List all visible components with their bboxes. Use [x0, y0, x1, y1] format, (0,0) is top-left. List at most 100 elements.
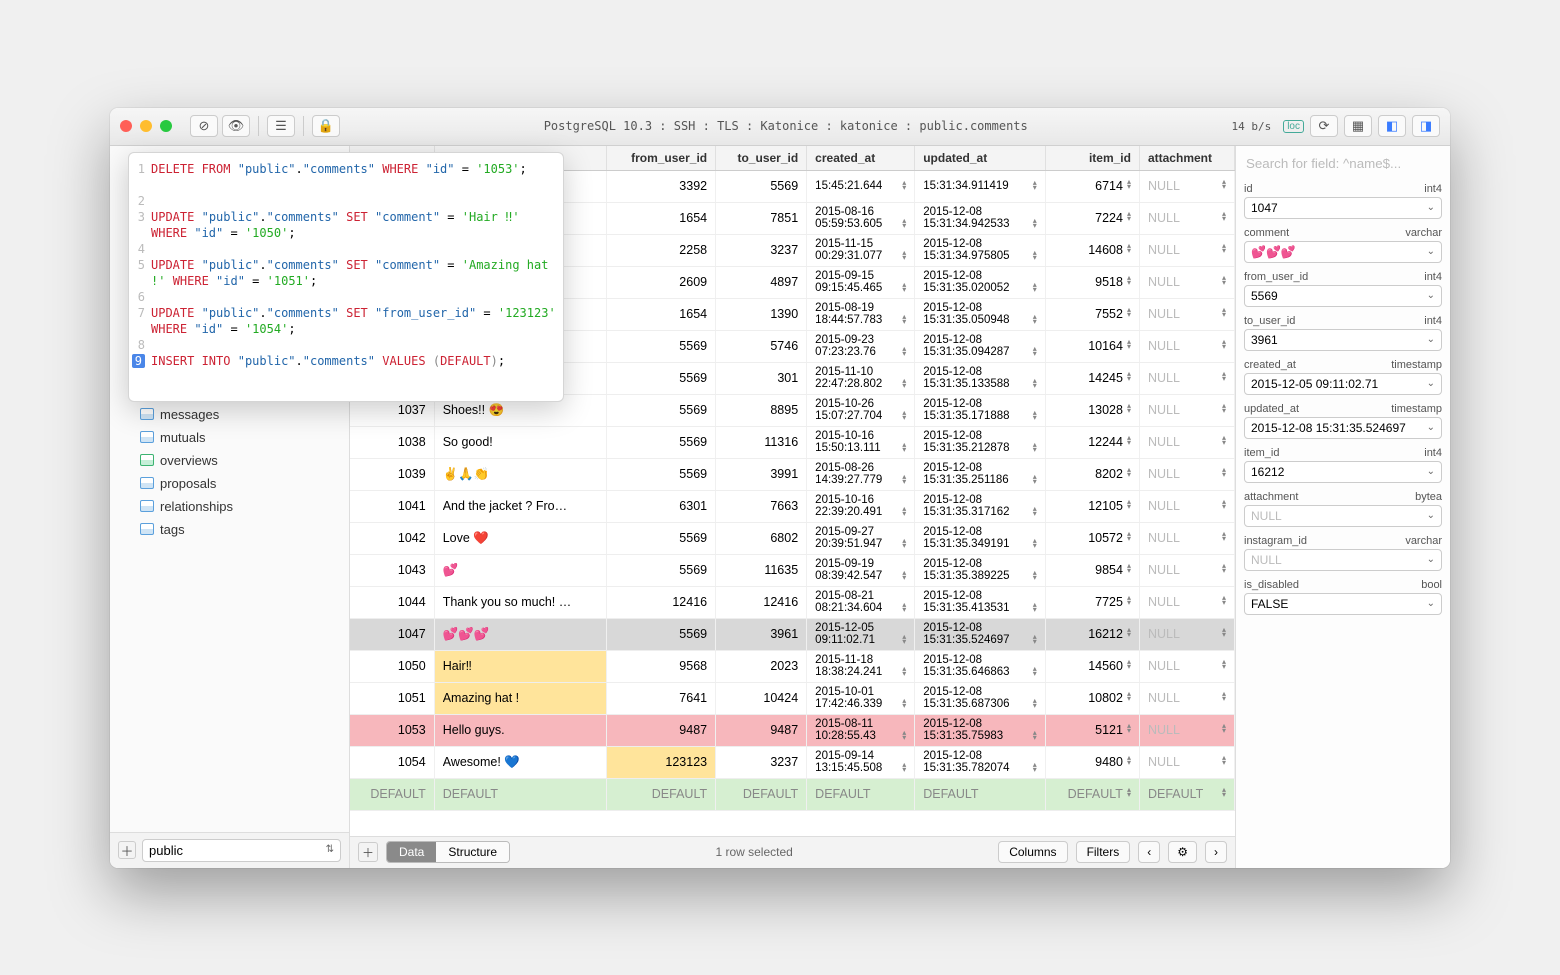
sidebar-item-relationships[interactable]: relationships	[110, 495, 349, 518]
cell-created_at[interactable]: 2015-08-1605:59:53.605▴▾	[807, 202, 915, 234]
cell-comment[interactable]: 💕	[434, 554, 606, 586]
next-page-button[interactable]: ›	[1205, 841, 1227, 863]
cell-from_user_id[interactable]: 5569	[607, 554, 716, 586]
cell-attachment[interactable]: NULL▴▾	[1139, 330, 1234, 362]
column-header-created_at[interactable]: created_at	[807, 146, 915, 171]
cell-item_id[interactable]: 10572▴▾	[1045, 522, 1139, 554]
cell-item_id[interactable]: 14560▴▾	[1045, 650, 1139, 682]
cell-updated_at[interactable]: 2015-12-0815:31:35.020052▴▾	[915, 266, 1046, 298]
cell-created_at[interactable]: 2015-09-1413:15:45.508▴▾	[807, 746, 915, 778]
cell-comment[interactable]: Hello guys.	[434, 714, 606, 746]
cell-from_user_id[interactable]: DEFAULT	[607, 778, 716, 810]
cell-updated_at[interactable]: 2015-12-0815:31:35.317162▴▾	[915, 490, 1046, 522]
sql-code[interactable]: DELETE FROM "public"."comments" WHERE "i…	[151, 161, 557, 393]
cell-updated_at[interactable]: 2015-12-0815:31:35.094287▴▾	[915, 330, 1046, 362]
cell-item_id[interactable]: 7725▴▾	[1045, 586, 1139, 618]
cell-from_user_id[interactable]: 5569	[607, 618, 716, 650]
cell-id[interactable]: 1054	[350, 746, 434, 778]
cell-created_at[interactable]: 2015-12-0509:11:02.71▴▾	[807, 618, 915, 650]
cancel-changes-button[interactable]: ⊘	[190, 115, 218, 137]
column-header-item_id[interactable]: item_id	[1045, 146, 1139, 171]
cell-from_user_id[interactable]: 9568	[607, 650, 716, 682]
cell-to_user_id[interactable]: 7663	[716, 490, 807, 522]
cell-id[interactable]: 1044	[350, 586, 434, 618]
cell-comment[interactable]: ✌️🙏👏	[434, 458, 606, 490]
cell-id[interactable]: DEFAULT	[350, 778, 434, 810]
cell-to_user_id[interactable]: 8895	[716, 394, 807, 426]
cell-comment[interactable]: And the jacket ? From Where did you buy …	[434, 490, 606, 522]
cell-to_user_id[interactable]: 3237	[716, 234, 807, 266]
cell-created_at[interactable]: 2015-10-1622:39:20.491▴▾	[807, 490, 915, 522]
cell-from_user_id[interactable]: 1654	[607, 202, 716, 234]
cell-attachment[interactable]: NULL▴▾	[1139, 650, 1234, 682]
tab-structure[interactable]: Structure	[436, 842, 509, 862]
cell-attachment[interactable]: NULL▴▾	[1139, 586, 1234, 618]
cell-comment[interactable]: Awesome! 💙	[434, 746, 606, 778]
sidebar-item-messages[interactable]: messages	[110, 403, 349, 426]
cell-from_user_id[interactable]: 2258	[607, 234, 716, 266]
settings-button[interactable]: ⚙	[1168, 841, 1197, 863]
cell-id[interactable]: 1043	[350, 554, 434, 586]
table-row[interactable]: 1044Thank you so much! 😊12416124162015-0…	[350, 586, 1235, 618]
table-row[interactable]: 1051Amazing hat !7641104242015-10-0117:4…	[350, 682, 1235, 714]
cell-from_user_id[interactable]: 7641	[607, 682, 716, 714]
view-mode-segment[interactable]: Data Structure	[386, 841, 510, 863]
cell-from_user_id[interactable]: 5569	[607, 458, 716, 490]
field-value-input[interactable]: 16212⌄	[1244, 461, 1442, 483]
cell-created_at[interactable]: 2015-11-1022:47:28.802▴▾	[807, 362, 915, 394]
cell-created_at[interactable]: 2015-10-2615:07:27.704▴▾	[807, 394, 915, 426]
field-value-input[interactable]: NULL⌄	[1244, 505, 1442, 527]
cell-item_id[interactable]: 12105▴▾	[1045, 490, 1139, 522]
cell-updated_at[interactable]: 2015-12-0815:31:34.975805▴▾	[915, 234, 1046, 266]
cell-id[interactable]: 1041	[350, 490, 434, 522]
column-header-updated_at[interactable]: updated_at	[915, 146, 1046, 171]
table-row[interactable]: 1043💕5569116352015-09-1908:39:42.547▴▾20…	[350, 554, 1235, 586]
cell-to_user_id[interactable]: 4897	[716, 266, 807, 298]
cell-to_user_id[interactable]: 6802	[716, 522, 807, 554]
zoom-icon[interactable]	[160, 120, 172, 132]
cell-id[interactable]: 1053	[350, 714, 434, 746]
sidebar-item-tags[interactable]: tags	[110, 518, 349, 541]
cell-item_id[interactable]: 9854▴▾	[1045, 554, 1139, 586]
cell-updated_at[interactable]: 2015-12-0815:31:35.687306▴▾	[915, 682, 1046, 714]
cell-created_at[interactable]: 15:45:21.644▴▾	[807, 170, 915, 202]
cell-from_user_id[interactable]: 5569	[607, 362, 716, 394]
cell-attachment[interactable]: NULL▴▾	[1139, 170, 1234, 202]
lock-icon[interactable]: 🔒	[312, 115, 340, 137]
cell-updated_at[interactable]: 2015-12-0815:31:35.524697▴▾	[915, 618, 1046, 650]
sidebar-right-toggle[interactable]: ◨	[1412, 115, 1440, 137]
cell-from_user_id[interactable]: 6301	[607, 490, 716, 522]
cell-id[interactable]: 1051	[350, 682, 434, 714]
cell-created_at[interactable]: 2015-08-1918:44:57.783▴▾	[807, 298, 915, 330]
cell-created_at[interactable]: 2015-09-2720:39:51.947▴▾	[807, 522, 915, 554]
cell-attachment[interactable]: NULL▴▾	[1139, 298, 1234, 330]
minimize-icon[interactable]	[140, 120, 152, 132]
cell-created_at[interactable]: 2015-08-2108:21:34.604▴▾	[807, 586, 915, 618]
refresh-button[interactable]: ⟳	[1310, 115, 1338, 137]
sidebar-item-proposals[interactable]: proposals	[110, 472, 349, 495]
cell-item_id[interactable]: 5121▴▾	[1045, 714, 1139, 746]
table-row[interactable]: DEFAULTDEFAULTDEFAULTDEFAULTDEFAULTDEFAU…	[350, 778, 1235, 810]
cell-attachment[interactable]: NULL▴▾	[1139, 266, 1234, 298]
column-header-to_user_id[interactable]: to_user_id	[716, 146, 807, 171]
cell-created_at[interactable]: 2015-09-1908:39:42.547▴▾	[807, 554, 915, 586]
cell-comment[interactable]: Amazing hat !	[434, 682, 606, 714]
cell-from_user_id[interactable]: 12416	[607, 586, 716, 618]
cell-id[interactable]: 1047	[350, 618, 434, 650]
cell-attachment[interactable]: NULL▴▾	[1139, 202, 1234, 234]
cell-attachment[interactable]: NULL▴▾	[1139, 426, 1234, 458]
cell-to_user_id[interactable]: 2023	[716, 650, 807, 682]
cell-updated_at[interactable]: 2015-12-0815:31:35.782074▴▾	[915, 746, 1046, 778]
cell-from_user_id[interactable]: 5569	[607, 394, 716, 426]
cell-attachment[interactable]: NULL▴▾	[1139, 458, 1234, 490]
cell-item_id[interactable]: 9480▴▾	[1045, 746, 1139, 778]
table-row[interactable]: 1042Love ❤️556968022015-09-2720:39:51.94…	[350, 522, 1235, 554]
cell-created_at[interactable]: 2015-09-2307:23:23.76▴▾	[807, 330, 915, 362]
cell-created_at[interactable]: 2015-09-1509:15:45.465▴▾	[807, 266, 915, 298]
cell-from_user_id[interactable]: 123123	[607, 746, 716, 778]
schema-selector[interactable]: public ⇅	[142, 839, 341, 862]
cell-item_id[interactable]: 8202▴▾	[1045, 458, 1139, 490]
field-value-input[interactable]: 2015-12-05 09:11:02.71⌄	[1244, 373, 1442, 395]
cell-to_user_id[interactable]: 5746	[716, 330, 807, 362]
cell-from_user_id[interactable]: 3392	[607, 170, 716, 202]
